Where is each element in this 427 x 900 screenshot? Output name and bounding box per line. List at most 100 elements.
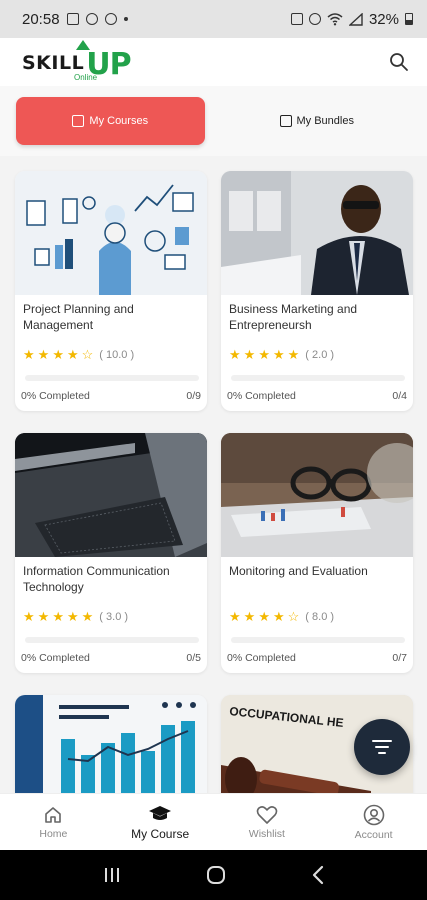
status-right: 32% [290, 10, 413, 28]
star-icon: ★ [243, 609, 256, 624]
course-rating: ★ ★ ★ ★ ☆ ( 8.0 ) [229, 610, 405, 623]
lesson-count: 0/7 [392, 652, 407, 664]
course-meta: 0% Completed 0/7 [221, 643, 413, 664]
skillup-logo[interactable]: SKILL UP Online [22, 40, 132, 84]
course-card-body: Project Planning and Management ★ ★ ★ ★ … [15, 295, 207, 361]
nav-home[interactable]: Home [0, 794, 107, 850]
lesson-count: 0/4 [392, 390, 407, 402]
battery-percent: 32% [368, 10, 399, 28]
star-icon: ★ [272, 609, 285, 624]
graduation-cap-icon [149, 805, 172, 820]
course-image-project-planning [15, 171, 207, 295]
filter-button[interactable] [354, 719, 410, 775]
completion-text: 0% Completed [227, 652, 296, 664]
course-rating: ★ ★ ★ ★ ★ ( 3.0 ) [23, 610, 199, 623]
course-grid: Project Planning and Management ★ ★ ★ ★ … [15, 171, 413, 900]
nav-wishlist[interactable]: Wishlist [214, 794, 321, 850]
course-card[interactable]: Project Planning and Management ★ ★ ★ ★ … [15, 171, 207, 411]
courses-icon [72, 115, 85, 127]
tab-my-courses[interactable]: My Courses [16, 97, 205, 145]
alarm-icon [308, 13, 321, 25]
star-icon: ★ [66, 347, 79, 362]
tab-my-bundles-label: My Bundles [296, 115, 354, 127]
course-rating: ★ ★ ★ ★ ☆ ( 10.0 ) [23, 348, 199, 361]
nav-account[interactable]: Account [320, 794, 427, 850]
star-icon: ★ [23, 347, 35, 362]
course-title: Business Marketing and Entrepreneursh [229, 302, 358, 332]
star-outline-icon: ☆ [81, 347, 94, 362]
lesson-count: 0/5 [186, 652, 201, 664]
logo-skill-text: SKILL [22, 52, 85, 74]
completion-text: 0% Completed [21, 390, 90, 402]
signal-icon [348, 12, 363, 26]
star-icon: ★ [52, 609, 64, 624]
bottom-navigation: Home My Course Wishlist Account [0, 793, 427, 850]
course-progress-bar [231, 637, 405, 643]
star-icon: ★ [258, 347, 270, 362]
whatsapp-notification-icon [104, 13, 117, 25]
nav-account-label: Account [354, 828, 393, 841]
course-meta: 0% Completed 0/4 [221, 381, 413, 402]
star-icon: ★ [37, 347, 50, 362]
status-time: 20:58 [22, 10, 60, 28]
course-image-business-marketing [221, 171, 413, 295]
logo-online-text: Online [74, 73, 98, 82]
star-icon: ★ [23, 609, 35, 624]
course-title: Information Communication Technology [23, 564, 170, 594]
star-outline-icon: ☆ [287, 609, 300, 624]
tab-my-courses-label: My Courses [89, 115, 149, 127]
star-icon: ★ [81, 609, 94, 624]
app-bar: SKILL UP Online [0, 38, 427, 86]
system-navigation-bar [0, 850, 427, 900]
star-icon: ★ [258, 609, 270, 624]
course-card-body: Information Communication Technology ★ ★… [15, 557, 207, 623]
course-meta: 0% Completed 0/9 [15, 381, 207, 402]
rating-value: ( 3.0 ) [99, 610, 129, 623]
nav-wishlist-label: Wishlist [248, 827, 285, 840]
wifi-icon [327, 12, 343, 25]
completion-text: 0% Completed [21, 652, 90, 664]
course-card[interactable]: Business Marketing and Entrepreneursh ★ … [221, 171, 413, 411]
course-progress-bar [25, 637, 199, 643]
instagram-notification-icon [85, 13, 98, 25]
nav-my-course-label: My Course [131, 826, 190, 841]
recent-apps-icon[interactable] [102, 866, 122, 884]
bundles-icon [279, 115, 292, 127]
course-progress-bar [231, 375, 405, 381]
star-icon: ★ [243, 347, 256, 362]
back-icon[interactable] [310, 865, 326, 885]
course-image-ict [15, 433, 207, 557]
course-meta: 0% Completed 0/5 [15, 643, 207, 664]
star-icon: ★ [37, 609, 50, 624]
lock-icon [290, 13, 303, 25]
home-button-icon[interactable] [205, 864, 227, 886]
course-tabs: My Courses My Bundles [0, 86, 427, 156]
search-icon [390, 53, 408, 71]
course-rating: ★ ★ ★ ★ ★ ( 2.0 ) [229, 348, 405, 361]
screen: 20:58 32% SKILL UP Online My Courses My … [0, 0, 427, 900]
battery-icon [405, 13, 413, 25]
rating-value: ( 2.0 ) [305, 348, 335, 361]
star-icon: ★ [52, 347, 64, 362]
course-card[interactable]: Information Communication Technology ★ ★… [15, 433, 207, 673]
star-icon: ★ [66, 609, 79, 624]
filter-icon [372, 740, 392, 754]
tab-my-bundles[interactable]: My Bundles [223, 97, 412, 145]
account-icon [363, 804, 384, 825]
course-card-body: Business Marketing and Entrepreneursh ★ … [221, 295, 413, 361]
search-button[interactable] [385, 48, 413, 76]
rating-number: 2.0 [312, 348, 328, 361]
nav-my-course[interactable]: My Course [107, 794, 214, 850]
heart-icon [256, 805, 278, 824]
status-left: 20:58 [22, 11, 128, 28]
course-card-body: Monitoring and Evaluation ★ ★ ★ ★ ☆ ( 8.… [221, 557, 413, 623]
rating-number: 8.0 [312, 610, 328, 623]
nav-home-label: Home [39, 827, 68, 840]
status-bar: 20:58 32% [0, 0, 427, 38]
course-card[interactable]: Monitoring and Evaluation ★ ★ ★ ★ ☆ ( 8.… [221, 433, 413, 673]
star-icon: ★ [229, 609, 241, 624]
lesson-count: 0/9 [186, 390, 201, 402]
course-image-monitoring-evaluation [221, 433, 413, 557]
star-icon: ★ [287, 347, 300, 362]
logo-arrow-icon [76, 40, 90, 50]
